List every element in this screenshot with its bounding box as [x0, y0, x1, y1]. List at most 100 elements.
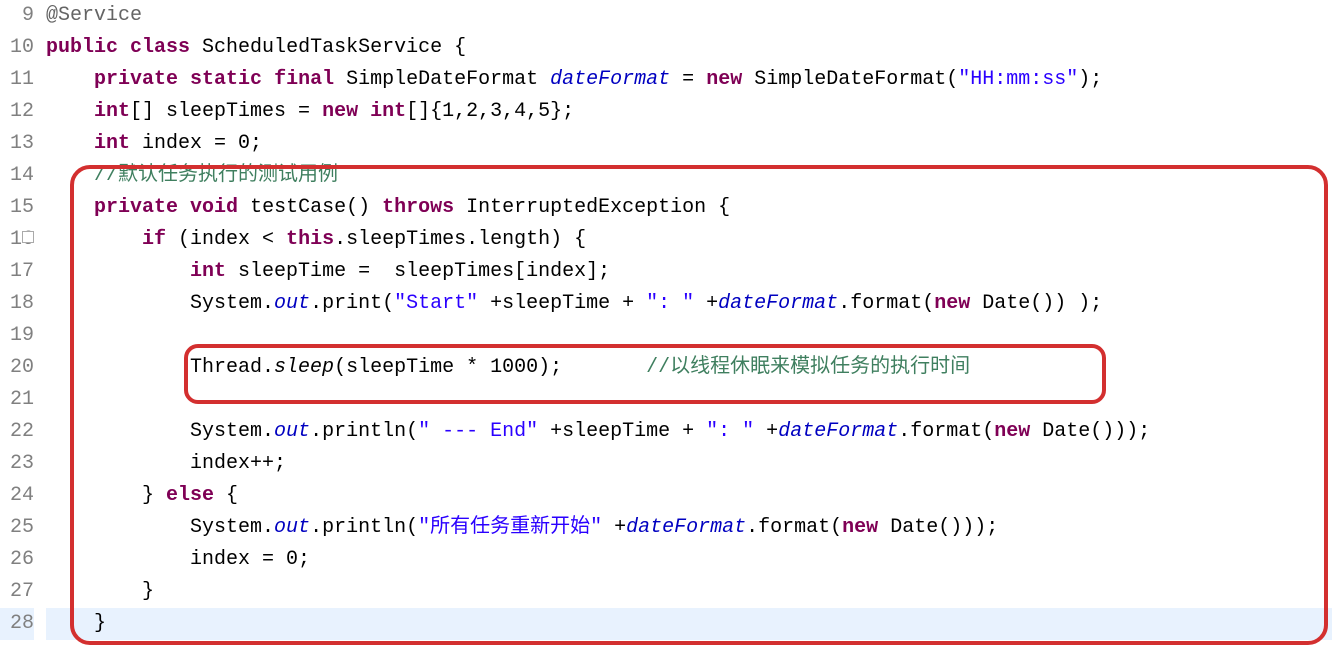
code-token: new [706, 68, 742, 91]
code-token: index = 0; [46, 548, 310, 571]
code-token: SimpleDateFormat [334, 68, 550, 91]
code-token: out [274, 292, 310, 315]
code-token: dateFormat [550, 68, 670, 91]
code-line[interactable]: @Service [46, 0, 1332, 32]
code-line[interactable]: int index = 0; [46, 128, 1332, 160]
code-token [46, 68, 94, 91]
code-line[interactable]: index = 0; [46, 544, 1332, 576]
code-line[interactable]: System.out.println("所有任务重新开始" +dateForma… [46, 512, 1332, 544]
code-line[interactable]: } [46, 608, 1332, 640]
line-number: 14 [0, 160, 34, 192]
code-token: this [286, 228, 334, 251]
line-number: 23 [0, 448, 34, 480]
code-line[interactable]: //默认任务执行的测试用例 [46, 160, 1332, 192]
code-token: out [274, 420, 310, 443]
code-token: new [322, 100, 358, 123]
code-line[interactable]: } else { [46, 480, 1332, 512]
code-token: Thread. [46, 356, 274, 379]
code-token: +sleepTime + [478, 292, 646, 315]
code-token: " --- End" [418, 420, 538, 443]
code-editor[interactable]: 910111213141516171819202122232425262728 … [0, 0, 1332, 656]
code-token: SimpleDateFormat( [742, 68, 958, 91]
code-token: index++; [46, 452, 286, 475]
code-token: int [94, 100, 130, 123]
code-token [46, 260, 190, 283]
code-token: "所有任务重新开始" [418, 516, 602, 539]
line-number: 28 [0, 608, 34, 640]
code-token: int [190, 260, 226, 283]
code-token: if [142, 228, 166, 251]
line-number: 20 [0, 352, 34, 384]
code-token: .format( [746, 516, 842, 539]
code-token: { [214, 484, 238, 507]
line-gutter: 910111213141516171819202122232425262728 [0, 0, 40, 656]
line-number: 15 [0, 192, 34, 224]
code-token: void [190, 196, 238, 219]
code-token: index = 0; [130, 132, 262, 155]
code-line[interactable]: System.out.print("Start" +sleepTime + ":… [46, 288, 1332, 320]
code-token [118, 36, 130, 59]
code-token: InterruptedException { [454, 196, 730, 219]
code-token: } [46, 612, 106, 635]
line-number: 26 [0, 544, 34, 576]
code-line[interactable]: private void testCase() throws Interrupt… [46, 192, 1332, 224]
code-token: private [94, 196, 178, 219]
code-token [46, 196, 94, 219]
code-token: .println( [310, 516, 418, 539]
code-line[interactable]: private static final SimpleDateFormat da… [46, 64, 1332, 96]
code-token: static [190, 68, 262, 91]
code-line[interactable]: System.out.println(" --- End" +sleepTime… [46, 416, 1332, 448]
code-line[interactable]: if (index < this.sleepTimes.length) { [46, 224, 1332, 256]
code-line[interactable]: public class ScheduledTaskService { [46, 32, 1332, 64]
code-token [46, 132, 94, 155]
code-token: .format( [898, 420, 994, 443]
code-line[interactable]: } [46, 576, 1332, 608]
code-token: ": " [646, 292, 694, 315]
code-token: int [94, 132, 130, 155]
code-token: Date()) ); [970, 292, 1102, 315]
line-number: 10 [0, 32, 34, 64]
line-number: 9 [0, 0, 34, 32]
code-line[interactable]: int sleepTime = sleepTimes[index]; [46, 256, 1332, 288]
line-number: 19 [0, 320, 34, 352]
code-token: ScheduledTaskService { [190, 36, 466, 59]
line-number: 21 [0, 384, 34, 416]
code-token: sleepTime = sleepTimes[index]; [226, 260, 610, 283]
code-token: else [166, 484, 214, 507]
code-token: .println( [310, 420, 418, 443]
code-token: +sleepTime + [538, 420, 706, 443]
code-line[interactable]: Thread.sleep(sleepTime * 1000); //以线程休眠来… [46, 352, 1332, 384]
code-token: public [46, 36, 118, 59]
code-token: ": " [706, 420, 754, 443]
line-number: 12 [0, 96, 34, 128]
line-number: 22 [0, 416, 34, 448]
code-token: "Start" [394, 292, 478, 315]
code-token: int [370, 100, 406, 123]
code-token: //以线程休眠来模拟任务的执行时间 [646, 356, 970, 379]
code-token: + [694, 292, 718, 315]
line-number: 25 [0, 512, 34, 544]
code-token: private [94, 68, 178, 91]
code-token [46, 228, 142, 251]
code-token: //默认任务执行的测试用例 [94, 164, 338, 187]
line-number: 13 [0, 128, 34, 160]
code-token [358, 100, 370, 123]
code-token: []{1,2,3,4,5}; [406, 100, 574, 123]
code-token [178, 196, 190, 219]
code-token: ); [1078, 68, 1102, 91]
code-line[interactable]: index++; [46, 448, 1332, 480]
code-line[interactable]: int[] sleepTimes = new int[]{1,2,3,4,5}; [46, 96, 1332, 128]
code-token: throws [382, 196, 454, 219]
code-line[interactable] [46, 320, 1332, 352]
code-token: (index < [166, 228, 286, 251]
line-number: 11 [0, 64, 34, 96]
code-token: .sleepTimes.length) { [334, 228, 586, 251]
code-token: = [670, 68, 706, 91]
code-line[interactable] [46, 384, 1332, 416]
code-token: Date())); [1030, 420, 1150, 443]
code-token: dateFormat [718, 292, 838, 315]
code-token: (sleepTime * 1000); [334, 356, 646, 379]
code-token: out [274, 516, 310, 539]
code-token: new [842, 516, 878, 539]
code-area[interactable]: @Servicepublic class ScheduledTaskServic… [40, 0, 1332, 656]
